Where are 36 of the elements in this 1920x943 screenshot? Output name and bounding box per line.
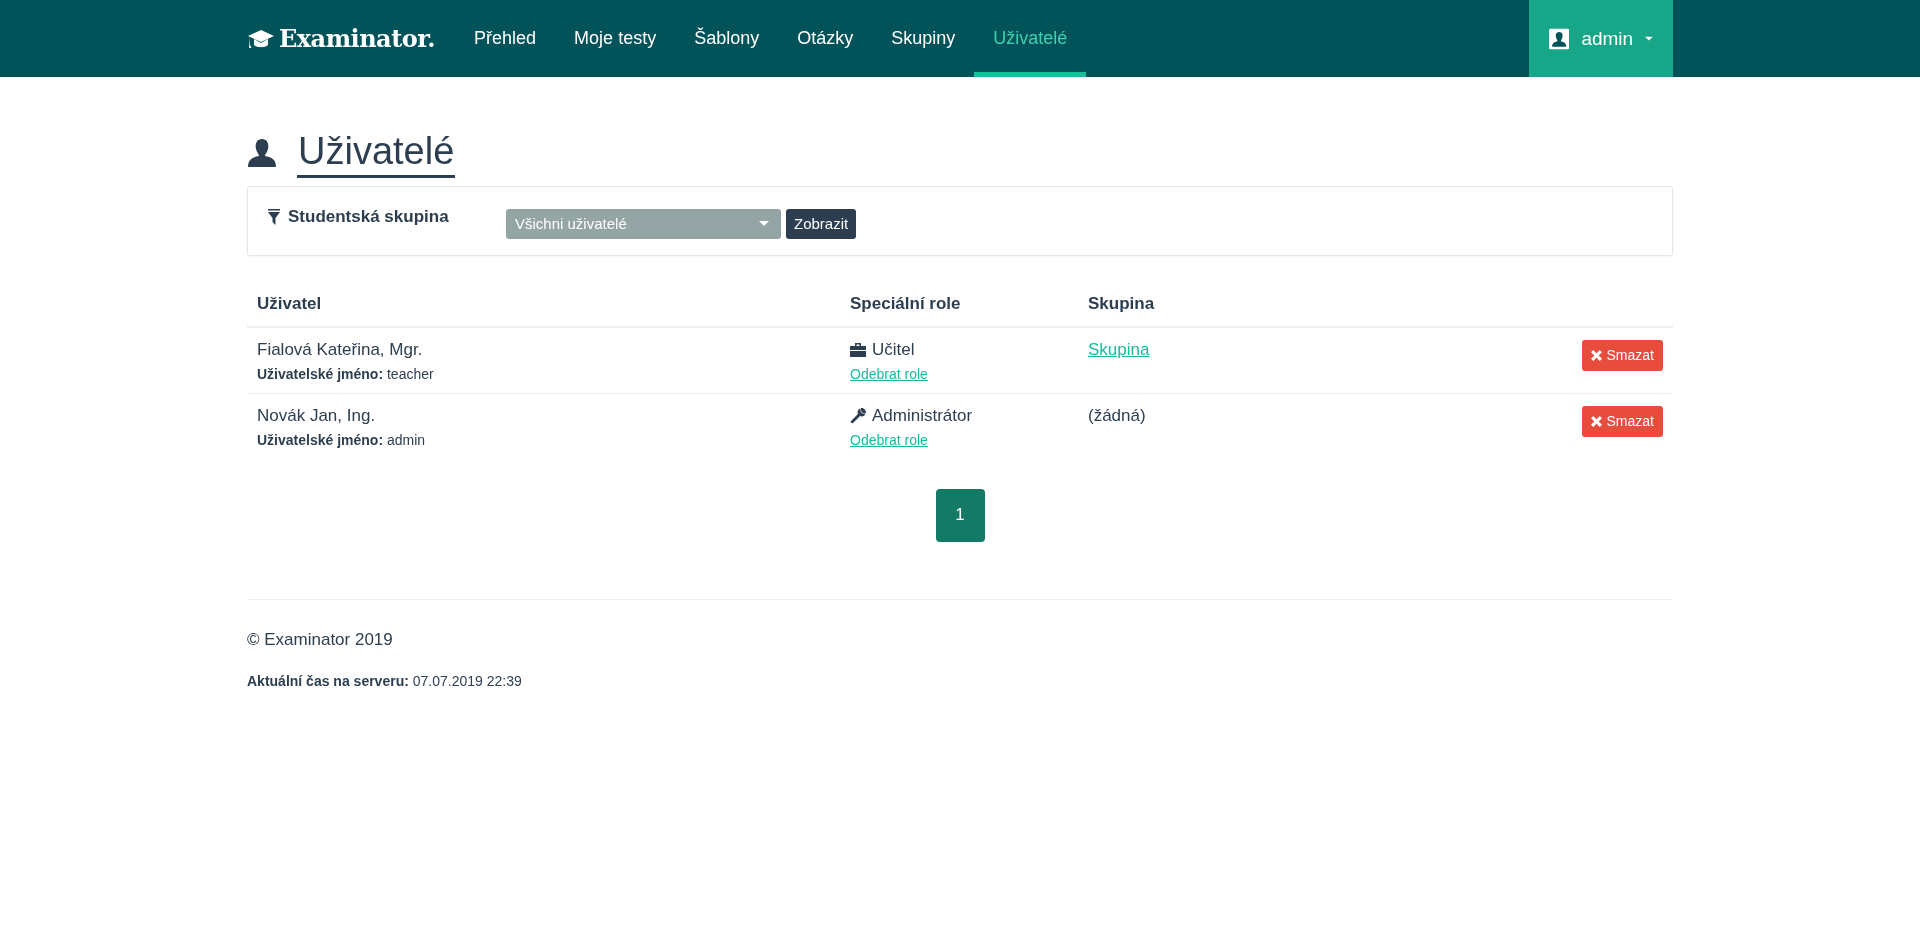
wrench-icon (850, 407, 866, 424)
nav-link[interactable]: Šablony (675, 0, 779, 77)
username-text: Uživatelské jméno: teacher (257, 365, 435, 382)
column-header: Speciální role (850, 293, 961, 313)
filter-icon (268, 208, 280, 225)
show-button[interactable]: Zobrazit (786, 208, 857, 239)
page-title: Uživatelé (297, 129, 456, 178)
graduation-cap-icon (247, 27, 275, 50)
brand-name: Examinator. (279, 24, 436, 53)
role-label: Administrátor (872, 405, 973, 426)
delete-button[interactable]: Smazat (1581, 405, 1663, 437)
nav-link[interactable]: Uživatelé (974, 0, 1087, 77)
user-menu-button[interactable]: admin (1529, 0, 1673, 77)
close-icon (1590, 349, 1602, 361)
page-button[interactable]: 1 (935, 488, 985, 542)
nav-link[interactable]: Otázky (778, 0, 873, 77)
briefcase-icon (850, 342, 866, 357)
caret-icon (1645, 35, 1653, 42)
caret-icon (759, 220, 769, 227)
user-name: Fialová Kateřina, Mgr. (257, 339, 424, 360)
column-header: Skupina (1088, 293, 1155, 313)
username-text: Uživatelské jméno: admin (257, 431, 427, 448)
user-icon (247, 138, 277, 169)
nav-link[interactable]: Moje testy (555, 0, 676, 77)
column-header: Uživatel (257, 293, 322, 313)
group-text: (žádná) (1088, 405, 1146, 425)
filter-label: Studentská skupina (288, 206, 450, 227)
role-label: Učitel (872, 339, 915, 360)
nav-link[interactable]: Přehled (455, 0, 556, 77)
server-time-text: Aktuální čas na serveru: 07.07.2019 22:39 (247, 672, 523, 689)
close-icon (1590, 415, 1602, 427)
brand-logo[interactable]: Examinator. (247, 0, 436, 77)
delete-button[interactable]: Smazat (1581, 339, 1663, 371)
nav-link[interactable]: Skupiny (872, 0, 975, 77)
user-name: Novák Jan, Ing. (257, 405, 377, 426)
copyright-text: © Examinator 2019 (247, 629, 394, 650)
